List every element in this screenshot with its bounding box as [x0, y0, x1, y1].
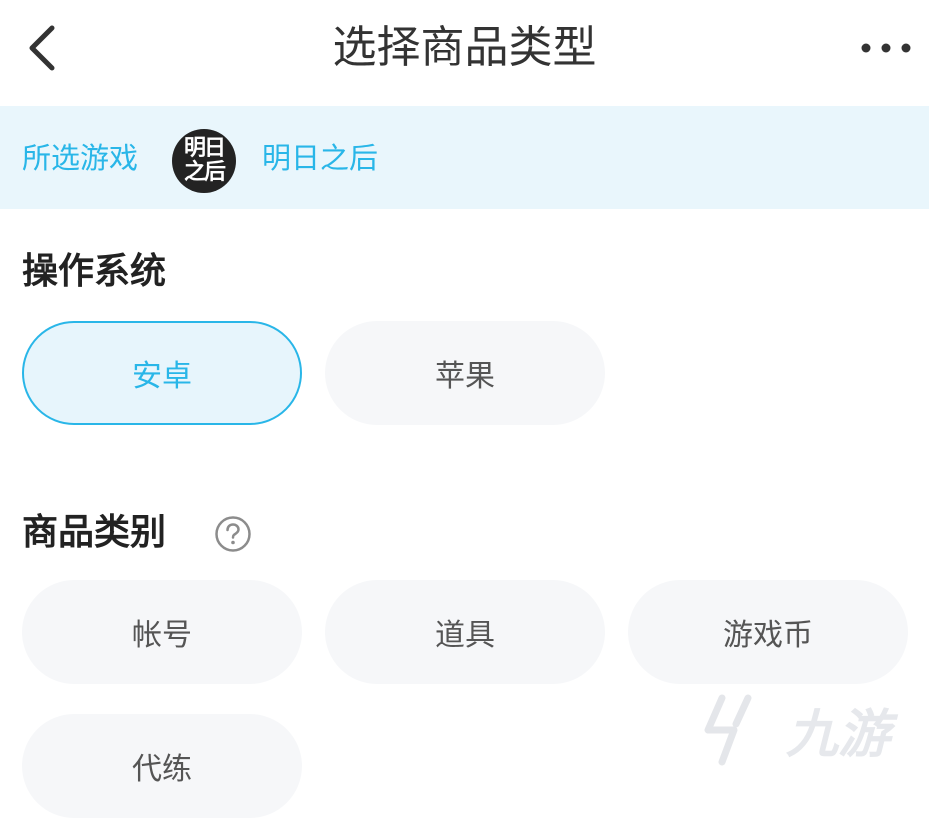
- category-option-currency[interactable]: 游戏币: [628, 580, 908, 684]
- category-option-label: 道具: [435, 618, 495, 653]
- game-avatar: 明日 之后: [172, 129, 236, 193]
- jiuyou-logo-icon: 九游: [704, 694, 899, 766]
- game-avatar-line1: 明日: [183, 136, 226, 161]
- game-avatar-line2: 之后: [183, 160, 226, 185]
- os-option-label: 安卓: [132, 359, 192, 394]
- selected-game-bar[interactable]: 所选游戏 明日 之后 明日之后: [0, 106, 929, 209]
- os-option-apple[interactable]: 苹果: [325, 321, 605, 425]
- os-section-title: 操作系统: [22, 251, 167, 292]
- os-option-android[interactable]: 安卓: [22, 321, 302, 425]
- category-option-account[interactable]: 帐号: [22, 580, 302, 684]
- category-section-title: 商品类别: [22, 512, 167, 553]
- watermark-text: 九游: [786, 705, 899, 765]
- more-button[interactable]: [858, 30, 914, 66]
- top-nav-bar: 选择商品类型: [0, 0, 929, 106]
- os-option-label: 苹果: [435, 359, 495, 394]
- page-title: 选择商品类型: [332, 22, 597, 73]
- jiuyou-watermark-logo: 九游: [700, 690, 900, 770]
- selected-game-name: 明日之后: [262, 141, 379, 175]
- more-dots-icon: [861, 43, 911, 53]
- category-option-boosting[interactable]: 代练: [22, 714, 302, 818]
- category-option-label: 代练: [132, 752, 192, 787]
- category-help-button[interactable]: [214, 515, 252, 553]
- category-option-label: 帐号: [132, 618, 192, 653]
- category-option-item[interactable]: 道具: [325, 580, 605, 684]
- question-circle-icon: [215, 516, 251, 552]
- category-option-label: 游戏币: [723, 618, 813, 653]
- selected-game-label: 所选游戏: [22, 141, 139, 175]
